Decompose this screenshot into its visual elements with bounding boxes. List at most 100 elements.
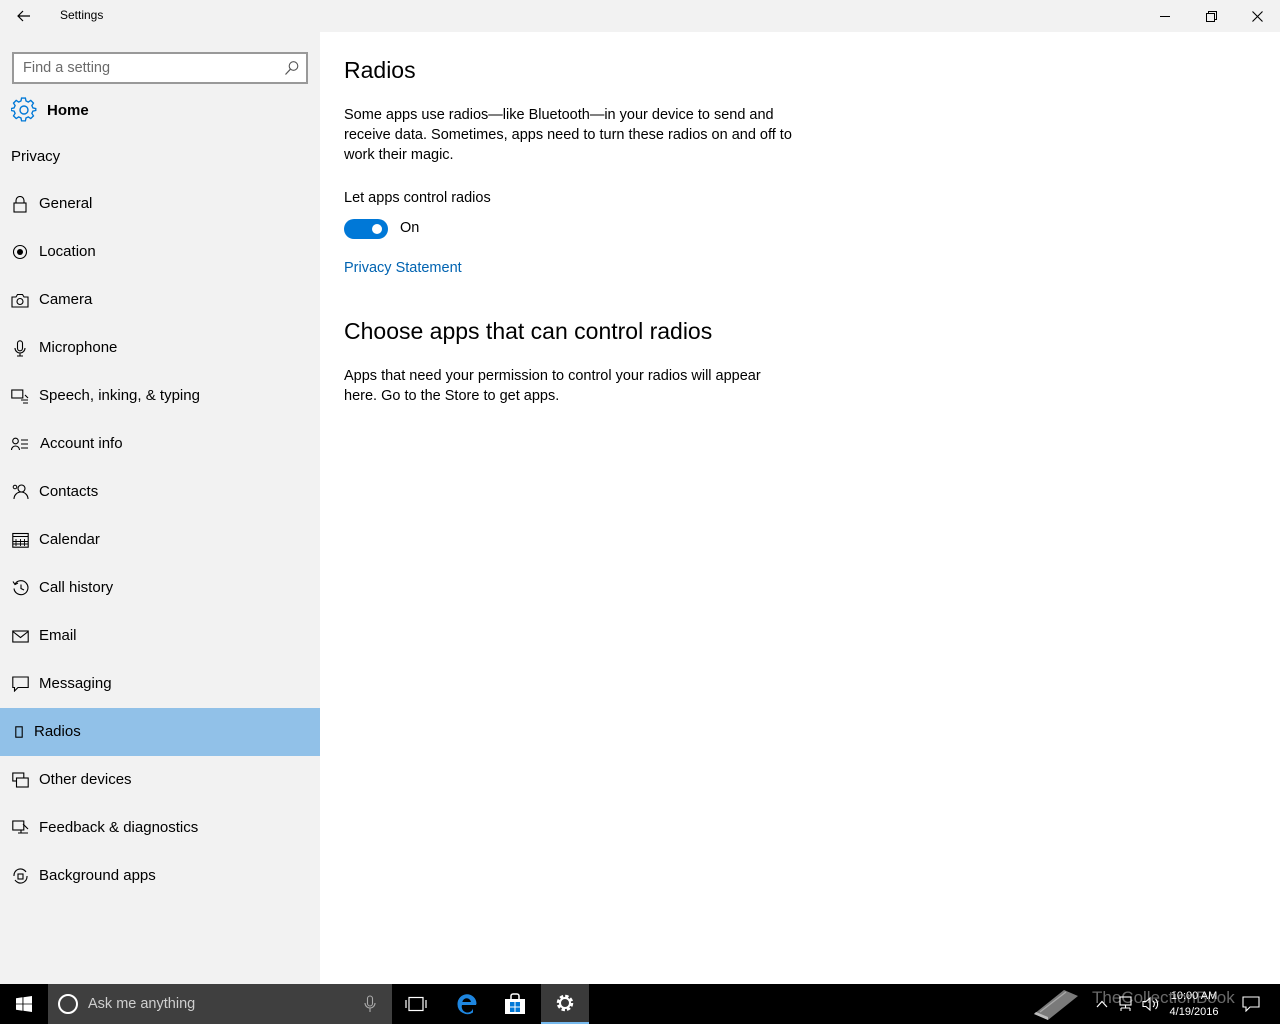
volume-icon <box>1142 996 1159 1012</box>
sidebar-item-label: Camera <box>39 291 93 308</box>
history-icon <box>11 579 29 597</box>
sidebar-item-general[interactable]: General <box>0 180 320 228</box>
messaging-icon <box>11 675 29 693</box>
sidebar-item-label: Radios <box>34 723 81 740</box>
privacy-nav: General Location Camera Microphone Speec… <box>0 180 320 900</box>
chevron-up-icon <box>1096 1000 1108 1008</box>
book-icon <box>1034 990 1078 1020</box>
gear-icon <box>11 97 37 122</box>
sidebar-item-camera[interactable]: Camera <box>0 276 320 324</box>
back-button[interactable] <box>10 4 38 28</box>
sidebar-item-calendar[interactable]: Calendar <box>0 516 320 564</box>
location-icon <box>11 243 29 261</box>
minimize-button[interactable] <box>1142 0 1188 32</box>
sidebar-item-messaging[interactable]: Messaging <box>0 660 320 708</box>
home-link[interactable]: Home <box>11 95 311 125</box>
devices-icon <box>11 771 29 789</box>
email-icon <box>11 627 29 645</box>
taskbar: Ask me anything TheCollectionBook 10:00 … <box>0 984 1280 1024</box>
title-bar: Settings <box>0 0 1280 32</box>
clock-time: 10:00 AM <box>1170 990 1218 1002</box>
windows-logo-icon <box>16 996 32 1012</box>
show-hidden-icons-button[interactable] <box>1092 984 1112 1024</box>
calendar-icon <box>11 531 29 549</box>
account-info-icon <box>11 435 29 453</box>
notifications-icon <box>1242 996 1260 1012</box>
sidebar-item-speech[interactable]: Speech, inking, & typing <box>0 372 320 420</box>
sidebar-item-location[interactable]: Location <box>0 228 320 276</box>
restore-button[interactable] <box>1188 0 1234 32</box>
page-title: Radios <box>344 57 416 83</box>
sidebar-item-radios[interactable]: Radios <box>0 708 320 756</box>
edge-button[interactable] <box>443 984 491 1024</box>
task-view-icon <box>405 996 427 1012</box>
network-button[interactable] <box>1116 984 1138 1024</box>
sidebar-item-label: Feedback & diagnostics <box>39 819 199 836</box>
clock-date: 4/19/2016 <box>1169 1006 1219 1018</box>
store-icon <box>505 993 525 1014</box>
home-label: Home <box>47 101 89 119</box>
search-input[interactable] <box>14 54 274 82</box>
toggle-label: Let apps control radios <box>344 190 491 206</box>
sidebar-item-contacts[interactable]: Contacts <box>0 468 320 516</box>
microphone-icon[interactable] <box>364 995 376 1013</box>
sidebar-item-label: Contacts <box>39 483 99 500</box>
sidebar-item-label: General <box>39 195 93 212</box>
taskbar-clock[interactable]: 10:00 AM 4/19/2016 <box>1160 988 1228 1020</box>
close-button[interactable] <box>1234 0 1280 32</box>
sidebar-item-label: Email <box>39 627 77 644</box>
toggle-knob <box>372 224 382 234</box>
contacts-icon <box>11 483 29 501</box>
edge-icon <box>457 994 477 1015</box>
sidebar-item-label: Background apps <box>39 867 156 884</box>
section-title: Choose apps that can control radios <box>344 318 713 344</box>
sidebar: Home Privacy General Location Camera Mi <box>0 32 320 984</box>
sidebar-item-call-history[interactable]: Call history <box>0 564 320 612</box>
sidebar-item-label: Calendar <box>39 531 100 548</box>
store-button[interactable] <box>491 984 539 1024</box>
cortana-icon <box>58 994 78 1014</box>
search-box <box>12 52 308 84</box>
privacy-statement-link[interactable]: Privacy Statement <box>344 260 462 276</box>
volume-button[interactable] <box>1140 984 1162 1024</box>
section-label: Privacy <box>11 148 61 165</box>
minimize-icon <box>1160 16 1170 17</box>
sidebar-item-microphone[interactable]: Microphone <box>0 324 320 372</box>
sidebar-item-label: Call history <box>39 579 114 596</box>
close-icon <box>1251 10 1263 22</box>
microphone-icon <box>11 339 29 357</box>
sidebar-item-label: Messaging <box>39 675 112 692</box>
gear-icon <box>556 994 574 1012</box>
sidebar-item-label: Microphone <box>39 339 118 356</box>
camera-icon <box>11 291 29 309</box>
lock-icon <box>11 195 29 213</box>
sidebar-item-account-info[interactable]: Account info <box>0 420 320 468</box>
cortana-search-text: Ask me anything <box>88 996 196 1012</box>
page-description: Some apps use radios—like Bluetooth—in y… <box>344 107 792 163</box>
cortana-search[interactable]: Ask me anything <box>48 984 392 1024</box>
background-apps-icon <box>11 867 29 885</box>
arrow-left-icon <box>17 10 30 22</box>
action-center-button[interactable] <box>1238 984 1264 1024</box>
task-view-button[interactable] <box>392 984 440 1024</box>
settings-button[interactable] <box>541 984 589 1024</box>
sidebar-item-feedback[interactable]: Feedback & diagnostics <box>0 804 320 852</box>
toggle-state: On <box>400 220 420 236</box>
window-title: Settings <box>60 8 104 22</box>
feedback-icon <box>11 819 29 837</box>
radios-toggle[interactable] <box>344 219 388 239</box>
restore-icon <box>1205 10 1217 22</box>
sidebar-item-label: Location <box>39 243 96 260</box>
sidebar-item-label: Speech, inking, & typing <box>39 387 200 404</box>
sidebar-item-other-devices[interactable]: Other devices <box>0 756 320 804</box>
section-description: Apps that need your permission to contro… <box>344 368 761 404</box>
sidebar-item-label: Other devices <box>39 771 132 788</box>
search-icon[interactable] <box>284 60 300 76</box>
radios-icon <box>10 723 28 741</box>
sidebar-item-background-apps[interactable]: Background apps <box>0 852 320 900</box>
sidebar-item-email[interactable]: Email <box>0 612 320 660</box>
speech-icon <box>11 387 29 405</box>
network-icon <box>1119 996 1132 1011</box>
start-button[interactable] <box>0 984 48 1024</box>
sidebar-item-label: Account info <box>40 435 123 452</box>
